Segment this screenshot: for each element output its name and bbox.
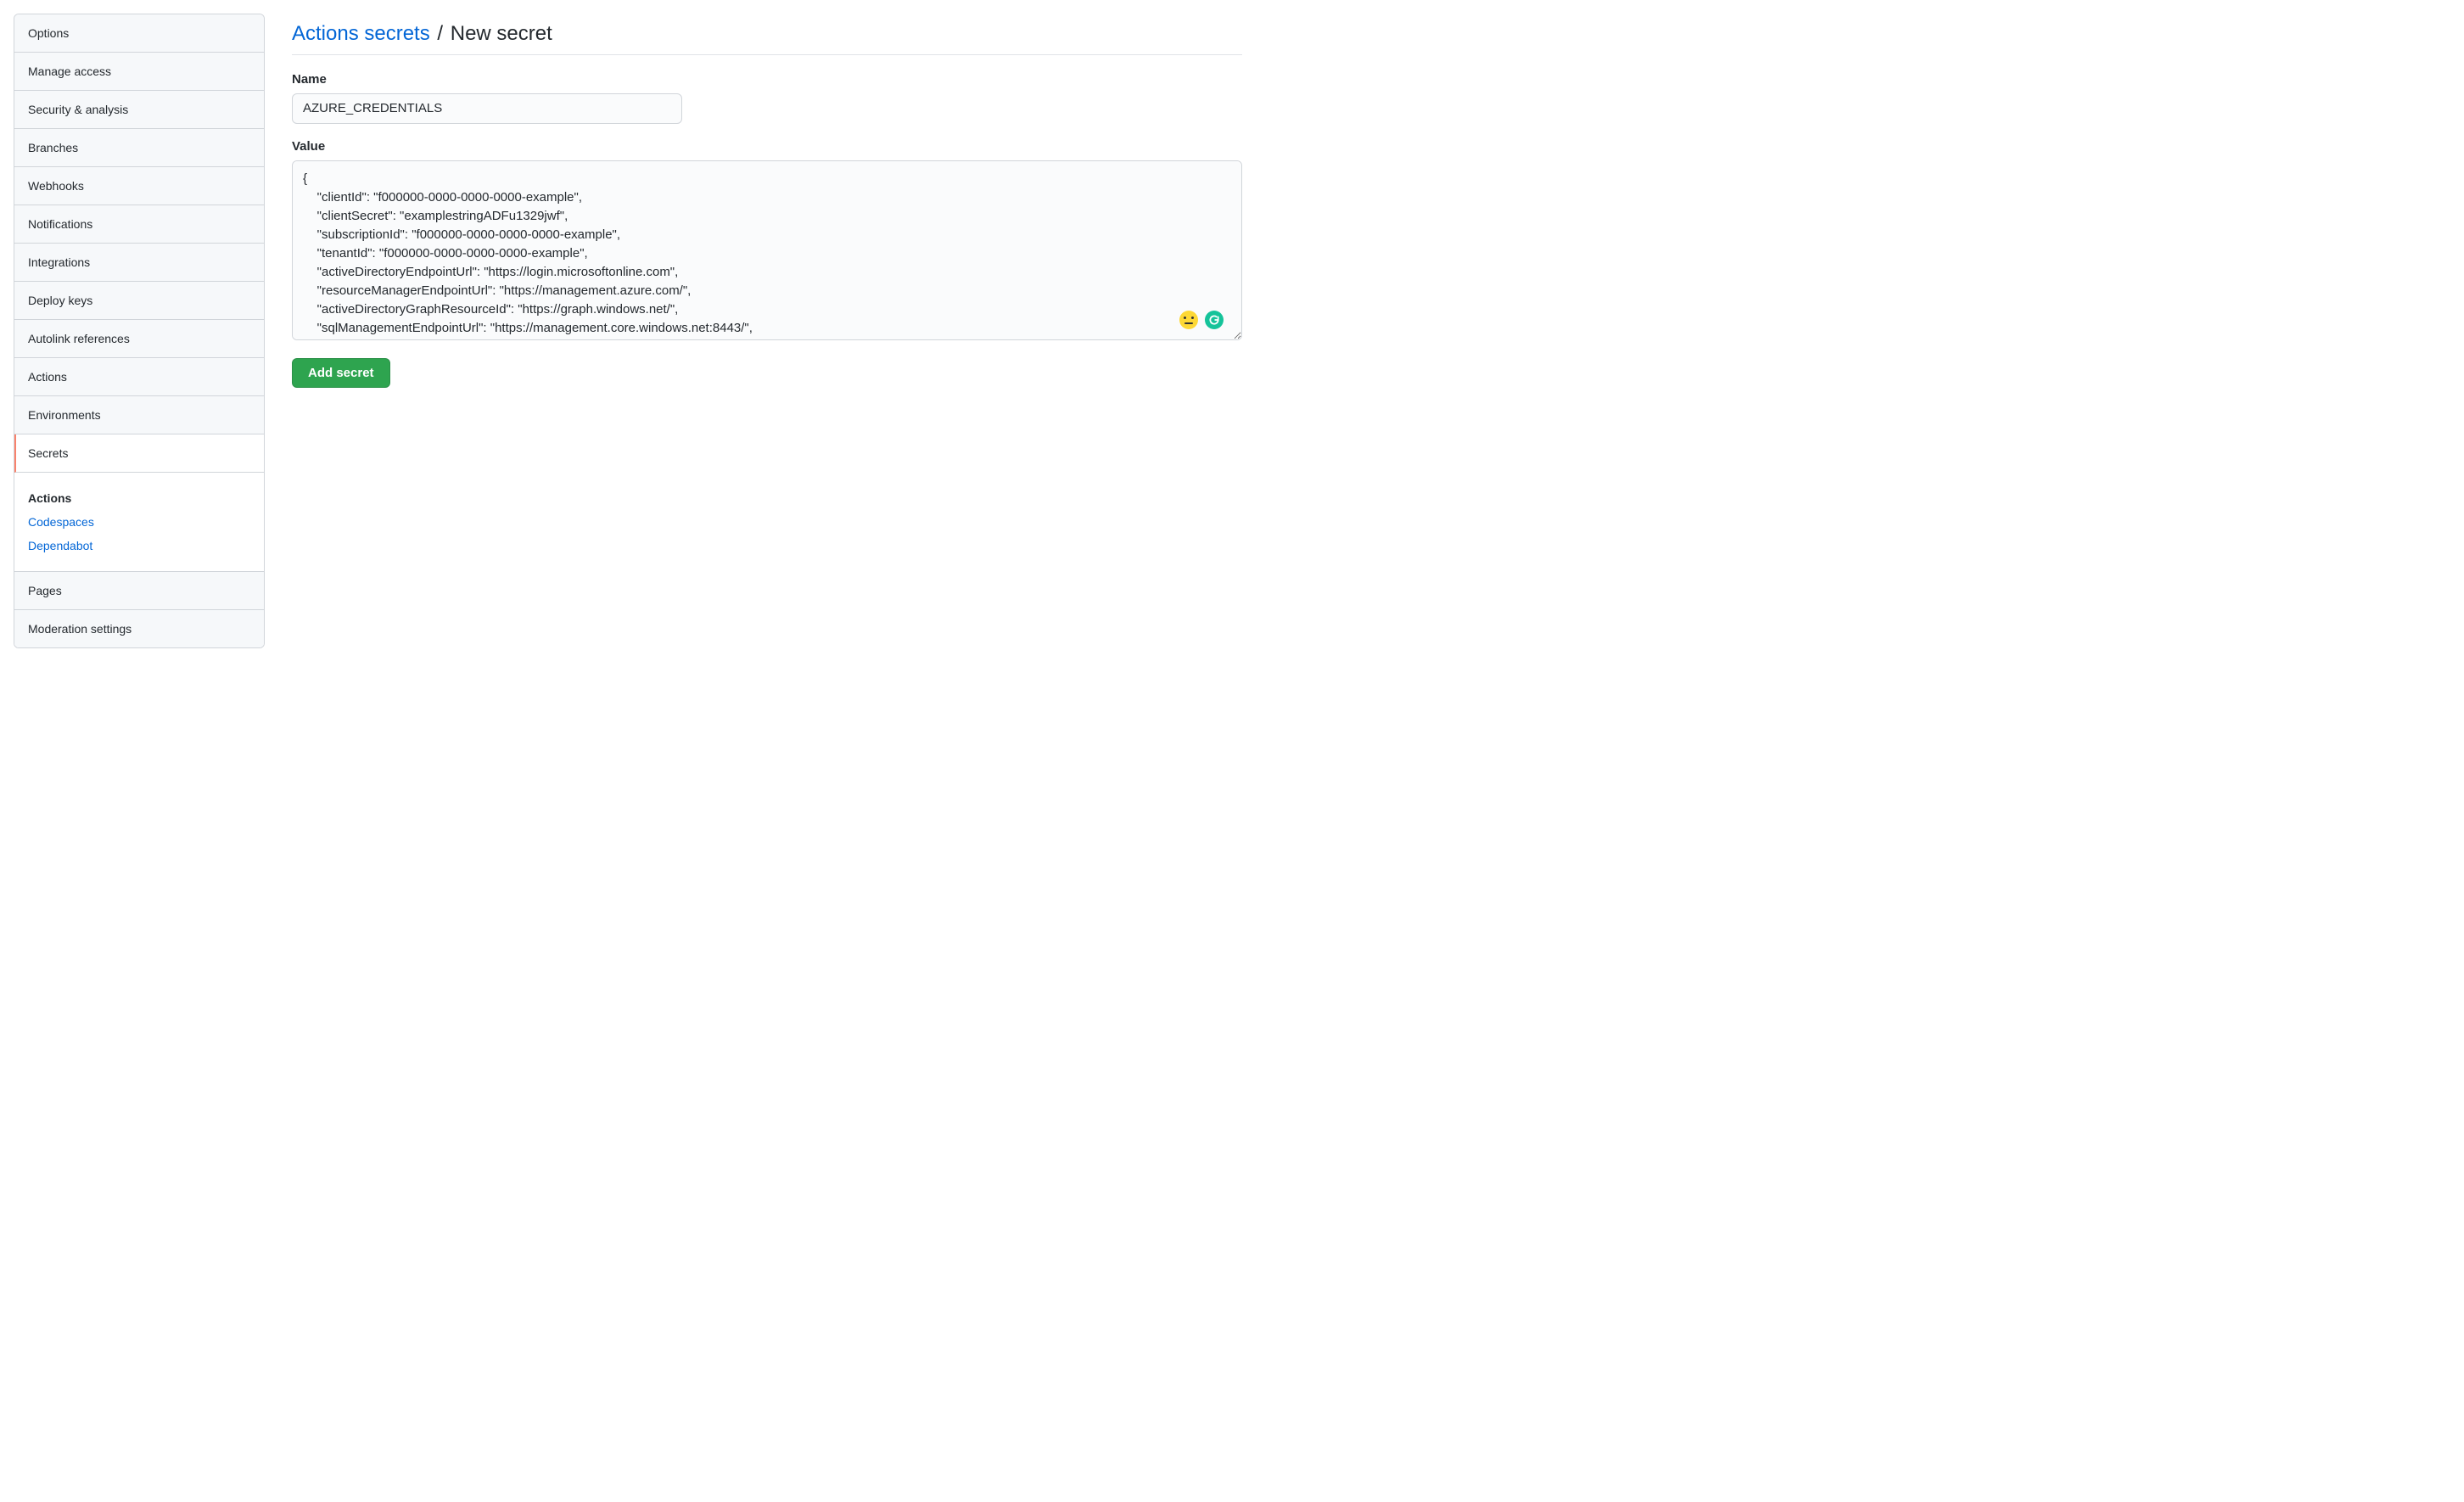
- sidebar-item-manage-access[interactable]: Manage access: [14, 53, 264, 91]
- breadcrumb-current: New secret: [451, 22, 552, 45]
- main-content: Actions secrets / New secret Name Value: [292, 14, 1242, 648]
- name-label: Name: [292, 72, 1242, 87]
- sidebar-item-notifications[interactable]: Notifications: [14, 205, 264, 244]
- textarea-wrap: [292, 160, 1242, 343]
- secret-name-input[interactable]: [292, 93, 682, 124]
- sidebar-item-deploy-keys[interactable]: Deploy keys: [14, 282, 264, 320]
- sidebar-item-secrets[interactable]: Secrets: [14, 434, 264, 473]
- sidebar-item-moderation-settings[interactable]: Moderation settings: [14, 610, 264, 647]
- form-group-value: Value: [292, 139, 1242, 343]
- add-secret-button[interactable]: Add secret: [292, 358, 390, 388]
- sidebar-item-actions[interactable]: Actions: [14, 358, 264, 396]
- breadcrumb: Actions secrets / New secret: [292, 22, 1242, 55]
- textarea-overlay-icons: [1179, 311, 1224, 329]
- sidebar-item-integrations[interactable]: Integrations: [14, 244, 264, 282]
- breadcrumb-separator: /: [435, 22, 445, 45]
- sidebar-sub-link-dependabot[interactable]: Dependabot: [28, 534, 250, 558]
- secret-value-textarea[interactable]: [292, 160, 1242, 340]
- sidebar-item-autolink-references[interactable]: Autolink references: [14, 320, 264, 358]
- sidebar-sub-link-codespaces[interactable]: Codespaces: [28, 510, 250, 534]
- value-label: Value: [292, 139, 1242, 154]
- settings-sidebar: Options Manage access Security & analysi…: [14, 14, 265, 648]
- sidebar-item-webhooks[interactable]: Webhooks: [14, 167, 264, 205]
- breadcrumb-parent-link[interactable]: Actions secrets: [292, 22, 430, 45]
- form-group-name: Name: [292, 72, 1242, 124]
- sidebar-item-security-analysis[interactable]: Security & analysis: [14, 91, 264, 129]
- sidebar-sub-title-actions: Actions: [28, 486, 250, 510]
- sidebar-sub-secrets: Actions Codespaces Dependabot: [14, 473, 264, 572]
- sidebar-item-branches[interactable]: Branches: [14, 129, 264, 167]
- sidebar-item-pages[interactable]: Pages: [14, 572, 264, 610]
- grammarly-icon[interactable]: [1205, 311, 1224, 329]
- sidebar-item-environments[interactable]: Environments: [14, 396, 264, 434]
- sidebar-item-options[interactable]: Options: [14, 14, 264, 53]
- neutral-face-emoji-icon[interactable]: [1179, 311, 1198, 329]
